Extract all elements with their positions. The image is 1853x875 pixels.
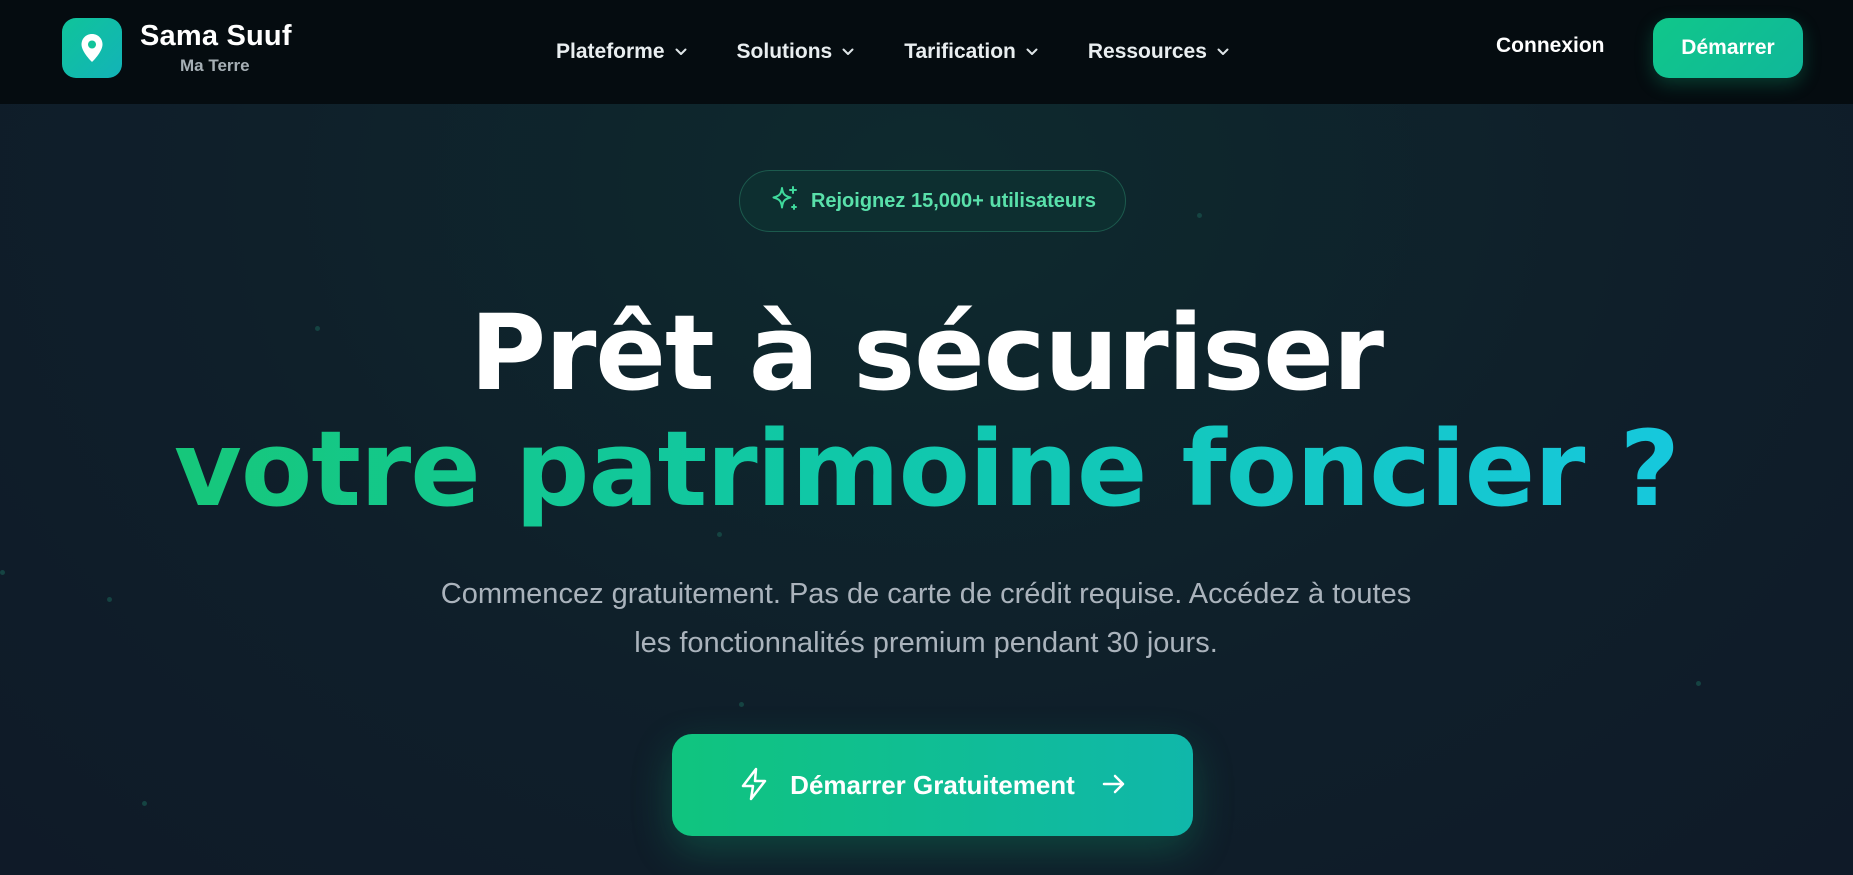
brand-name: Sama Suuf	[140, 20, 292, 52]
arrow-right-icon	[1101, 773, 1127, 798]
decorative-dot	[107, 597, 112, 602]
decorative-dot	[717, 532, 722, 537]
nav-item-plateforme[interactable]: Plateforme	[556, 40, 687, 64]
badge-text: Rejoignez 15,000+ utilisateurs	[810, 189, 1097, 212]
lightning-icon	[738, 767, 770, 804]
start-button[interactable]: Démarrer	[1653, 18, 1803, 78]
users-badge: Rejoignez 15,000+ utilisateurs	[739, 170, 1126, 232]
cta-label: Démarrer Gratuitement	[790, 769, 1075, 800]
decorative-dot	[1197, 213, 1202, 218]
nav-item-label: Solutions	[736, 40, 833, 63]
main-nav: Plateforme Solutions Tarification Ressou…	[556, 0, 1279, 104]
decorative-dot	[0, 570, 5, 575]
chevron-down-icon	[675, 48, 687, 56]
sparkles-icon	[769, 184, 799, 219]
nav-item-ressources[interactable]: Ressources	[1088, 40, 1229, 64]
nav-item-label: Plateforme	[556, 40, 665, 63]
decorative-dot	[142, 801, 147, 806]
hero-section: Rejoignez 15,000+ utilisateurs Prêt à sé…	[0, 104, 1853, 875]
decorative-dot	[739, 702, 744, 707]
map-pin-icon	[62, 18, 122, 78]
brand-tagline: Ma Terre	[180, 56, 250, 75]
hero-headline-line1: Prêt à sécuriser	[469, 292, 1384, 414]
hero-subtext: Commencez gratuitement. Pas de carte de …	[440, 578, 1412, 659]
start-free-button[interactable]: Démarrer Gratuitement	[672, 734, 1193, 836]
decorative-dot	[1696, 681, 1701, 686]
login-link[interactable]: Connexion	[1496, 34, 1605, 58]
nav-item-label: Tarification	[904, 40, 1016, 63]
brand[interactable]: Sama Suuf Ma Terre	[62, 18, 292, 78]
top-navigation-bar: Sama Suuf Ma Terre Plateforme Solutions …	[0, 0, 1853, 104]
hero-headline-line2: votre patrimoine foncier ?	[0, 408, 1853, 530]
nav-item-label: Ressources	[1087, 40, 1207, 63]
chevron-down-icon	[842, 48, 854, 56]
nav-item-solutions[interactable]: Solutions	[737, 40, 855, 64]
nav-item-tarification[interactable]: Tarification	[904, 40, 1038, 64]
chevron-down-icon	[1217, 48, 1229, 56]
chevron-down-icon	[1026, 48, 1038, 56]
